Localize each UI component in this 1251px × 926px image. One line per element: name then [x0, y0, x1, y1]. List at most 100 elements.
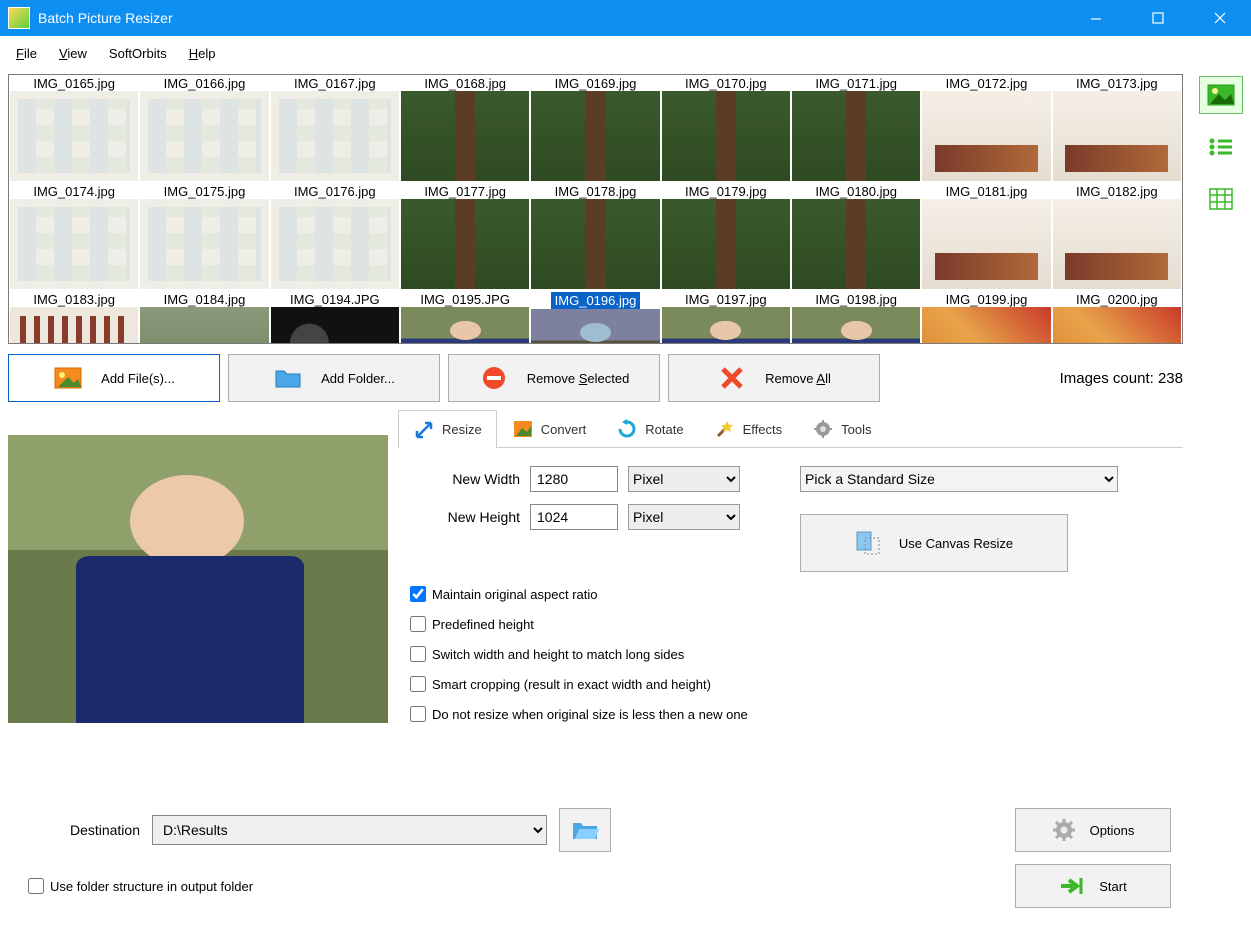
menu-help[interactable]: Help	[179, 42, 226, 65]
thumbnail-item[interactable]: IMG_0183.jpg	[9, 291, 139, 343]
chk-aspect[interactable]: Maintain original aspect ratio	[410, 586, 1171, 602]
remove-all-icon	[717, 364, 747, 392]
thumbnail-image	[1053, 307, 1181, 343]
thumbnail-item[interactable]: IMG_0173.jpg	[1052, 75, 1182, 183]
thumbnail-filename: IMG_0168.jpg	[424, 76, 506, 91]
start-button[interactable]: Start	[1015, 864, 1171, 908]
thumbnail-filename: IMG_0197.jpg	[685, 292, 767, 307]
thumbnail-item[interactable]: IMG_0198.jpg	[791, 291, 921, 343]
tools-icon	[812, 418, 834, 440]
thumbnail-image	[401, 91, 529, 181]
thumbnail-item[interactable]: IMG_0177.jpg	[400, 183, 530, 291]
thumbnail-item[interactable]: IMG_0174.jpg	[9, 183, 139, 291]
thumbnail-filename: IMG_0178.jpg	[555, 184, 637, 199]
thumbnail-item[interactable]: IMG_0181.jpg	[921, 183, 1051, 291]
browse-dest-button[interactable]	[559, 808, 611, 852]
thumbnail-image	[531, 309, 659, 343]
chk-predefined[interactable]: Predefined height	[410, 616, 1171, 632]
canvas-resize-button[interactable]: Use Canvas Resize	[800, 514, 1068, 572]
thumbnail-filename: IMG_0183.jpg	[33, 292, 115, 307]
effects-icon	[714, 418, 736, 440]
thumbnail-filename: IMG_0182.jpg	[1076, 184, 1158, 199]
thumbnail-filename: IMG_0170.jpg	[685, 76, 767, 91]
thumbnail-item[interactable]: IMG_0169.jpg	[530, 75, 660, 183]
remove-all-button[interactable]: Remove All	[668, 354, 880, 402]
thumbnail-item[interactable]: IMG_0179.jpg	[661, 183, 791, 291]
thumbnail-image	[271, 199, 399, 289]
thumbnail-item[interactable]: IMG_0180.jpg	[791, 183, 921, 291]
thumbnail-filename: IMG_0180.jpg	[815, 184, 897, 199]
chk-switch[interactable]: Switch width and height to match long si…	[410, 646, 1171, 662]
image-icon	[53, 364, 83, 392]
thumbnail-filename: IMG_0198.jpg	[815, 292, 897, 307]
thumbnail-filename: IMG_0173.jpg	[1076, 76, 1158, 91]
thumbnail-image	[10, 91, 138, 181]
tab-rotate[interactable]: Rotate	[601, 410, 698, 447]
height-unit-select[interactable]: Pixel	[628, 504, 740, 530]
tab-tools[interactable]: Tools	[797, 410, 886, 447]
thumbnail-filename: IMG_0200.jpg	[1076, 292, 1158, 307]
thumbnail-filename: IMG_0175.jpg	[164, 184, 246, 199]
minimize-button[interactable]	[1065, 0, 1127, 36]
menu-view[interactable]: View	[49, 42, 97, 65]
thumbnail-image	[1053, 91, 1181, 181]
canvas-icon	[855, 530, 881, 556]
tab-resize-body: New Width Pixel New Height Pixel	[398, 448, 1183, 800]
thumbnail-image	[140, 307, 268, 343]
thumbnail-item[interactable]: IMG_0171.jpg	[791, 75, 921, 183]
thumbnail-filename: IMG_0181.jpg	[946, 184, 1028, 199]
thumbnail-item[interactable]: IMG_0172.jpg	[921, 75, 1051, 183]
thumbnail-item[interactable]: IMG_0195.JPG	[400, 291, 530, 343]
thumbnail-image	[10, 199, 138, 289]
thumbnail-image	[531, 199, 659, 289]
thumbnail-image	[140, 91, 268, 181]
thumbnail-item[interactable]: IMG_0182.jpg	[1052, 183, 1182, 291]
thumbnail-item[interactable]: IMG_0200.jpg	[1052, 291, 1182, 343]
add-folder-button[interactable]: Add Folder...	[228, 354, 440, 402]
view-thumbnails-button[interactable]	[1199, 76, 1243, 114]
thumbnail-item[interactable]: IMG_0194.JPG	[270, 291, 400, 343]
thumbnail-filename: IMG_0171.jpg	[815, 76, 897, 91]
add-files-button[interactable]: Add File(s)...	[8, 354, 220, 402]
thumbnail-item[interactable]: IMG_0196.jpg	[530, 291, 660, 343]
thumbnail-image	[792, 91, 920, 181]
view-list-button[interactable]	[1199, 128, 1243, 166]
thumbnail-item[interactable]: IMG_0199.jpg	[921, 291, 1051, 343]
thumbnail-item[interactable]: IMG_0167.jpg	[270, 75, 400, 183]
thumbnail-item[interactable]: IMG_0168.jpg	[400, 75, 530, 183]
preview-image	[8, 435, 388, 723]
options-button[interactable]: Options	[1015, 808, 1171, 852]
thumbnail-item[interactable]: IMG_0197.jpg	[661, 291, 791, 343]
standard-size-select[interactable]: Pick a Standard Size	[800, 466, 1118, 492]
thumbnail-item[interactable]: IMG_0176.jpg	[270, 183, 400, 291]
thumbnail-item[interactable]: IMG_0178.jpg	[530, 183, 660, 291]
destination-select[interactable]: D:\Results	[152, 815, 547, 845]
thumbnail-item[interactable]: IMG_0165.jpg	[9, 75, 139, 183]
menu-softorbits[interactable]: SoftOrbits	[99, 42, 177, 65]
thumbnail-item[interactable]: IMG_0184.jpg	[139, 291, 269, 343]
thumbnail-filename: IMG_0176.jpg	[294, 184, 376, 199]
thumbnail-filename: IMG_0195.JPG	[420, 292, 510, 307]
thumbnail-item[interactable]: IMG_0175.jpg	[139, 183, 269, 291]
close-button[interactable]	[1189, 0, 1251, 36]
chk-folder-structure[interactable]: Use folder structure in output folder	[28, 878, 253, 894]
new-width-input[interactable]	[530, 466, 618, 492]
view-grid-button[interactable]	[1199, 180, 1243, 218]
menu-file[interactable]: File	[6, 42, 47, 65]
thumbnail-image	[662, 199, 790, 289]
chk-noup[interactable]: Do not resize when original size is less…	[410, 706, 1171, 722]
tab-convert[interactable]: Convert	[497, 410, 602, 447]
thumbnail-item[interactable]: IMG_0166.jpg	[139, 75, 269, 183]
gear-icon	[1052, 818, 1076, 842]
maximize-button[interactable]	[1127, 0, 1189, 36]
gallery-scroll[interactable]: IMG_0165.jpgIMG_0166.jpgIMG_0167.jpgIMG_…	[9, 75, 1182, 343]
thumbnail-item[interactable]: IMG_0170.jpg	[661, 75, 791, 183]
width-unit-select[interactable]: Pixel	[628, 466, 740, 492]
new-height-input[interactable]	[530, 504, 618, 530]
tab-resize[interactable]: Resize	[398, 410, 497, 448]
thumbnail-filename: IMG_0184.jpg	[164, 292, 246, 307]
tab-effects[interactable]: Effects	[699, 410, 798, 447]
remove-selected-button[interactable]: Remove Selected	[448, 354, 660, 402]
tabs: Resize Convert Rotate Effects	[398, 410, 1183, 448]
chk-smart[interactable]: Smart cropping (result in exact width an…	[410, 676, 1171, 692]
